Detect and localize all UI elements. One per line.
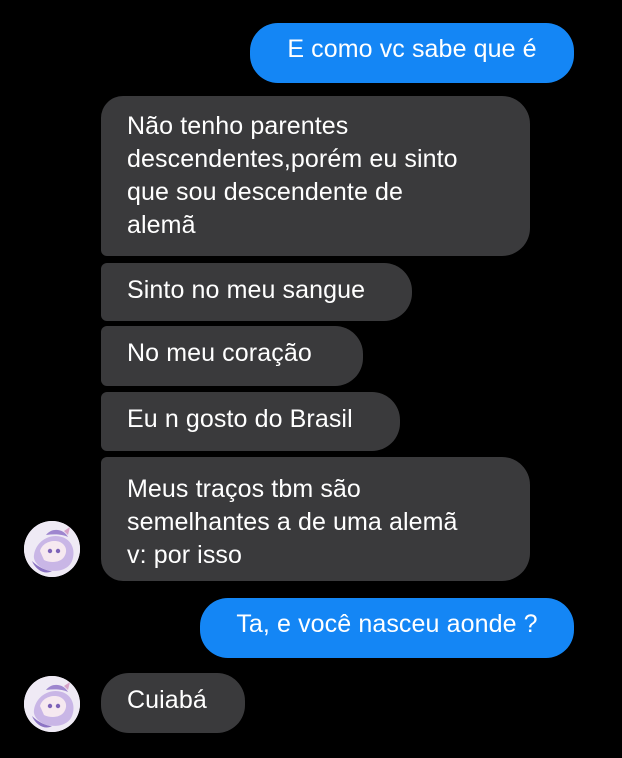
sent-message-bubble[interactable]: Ta, e você nasceu aonde ? [200,598,574,658]
contact-avatar[interactable] [24,676,80,732]
received-message-bubble[interactable]: Cuiabá [101,673,245,733]
avatar-anime-icon [24,521,80,577]
received-message-bubble[interactable]: Eu n gosto do Brasil [101,392,400,451]
received-message-bubble[interactable]: Não tenho parentes descendentes,porém eu… [101,96,530,256]
received-message-bubble[interactable]: No meu coração [101,326,363,386]
chat-screen: { "conversation": { "messages": [ { "sen… [0,0,622,758]
received-message-bubble[interactable]: Meus traços tbm são semelhantes a de uma… [101,457,530,581]
sent-message-bubble[interactable]: E como vc sabe que é [250,23,574,83]
received-message-bubble[interactable]: Sinto no meu sangue [101,263,412,321]
contact-avatar[interactable] [24,521,80,577]
avatar-anime-icon [24,676,80,732]
